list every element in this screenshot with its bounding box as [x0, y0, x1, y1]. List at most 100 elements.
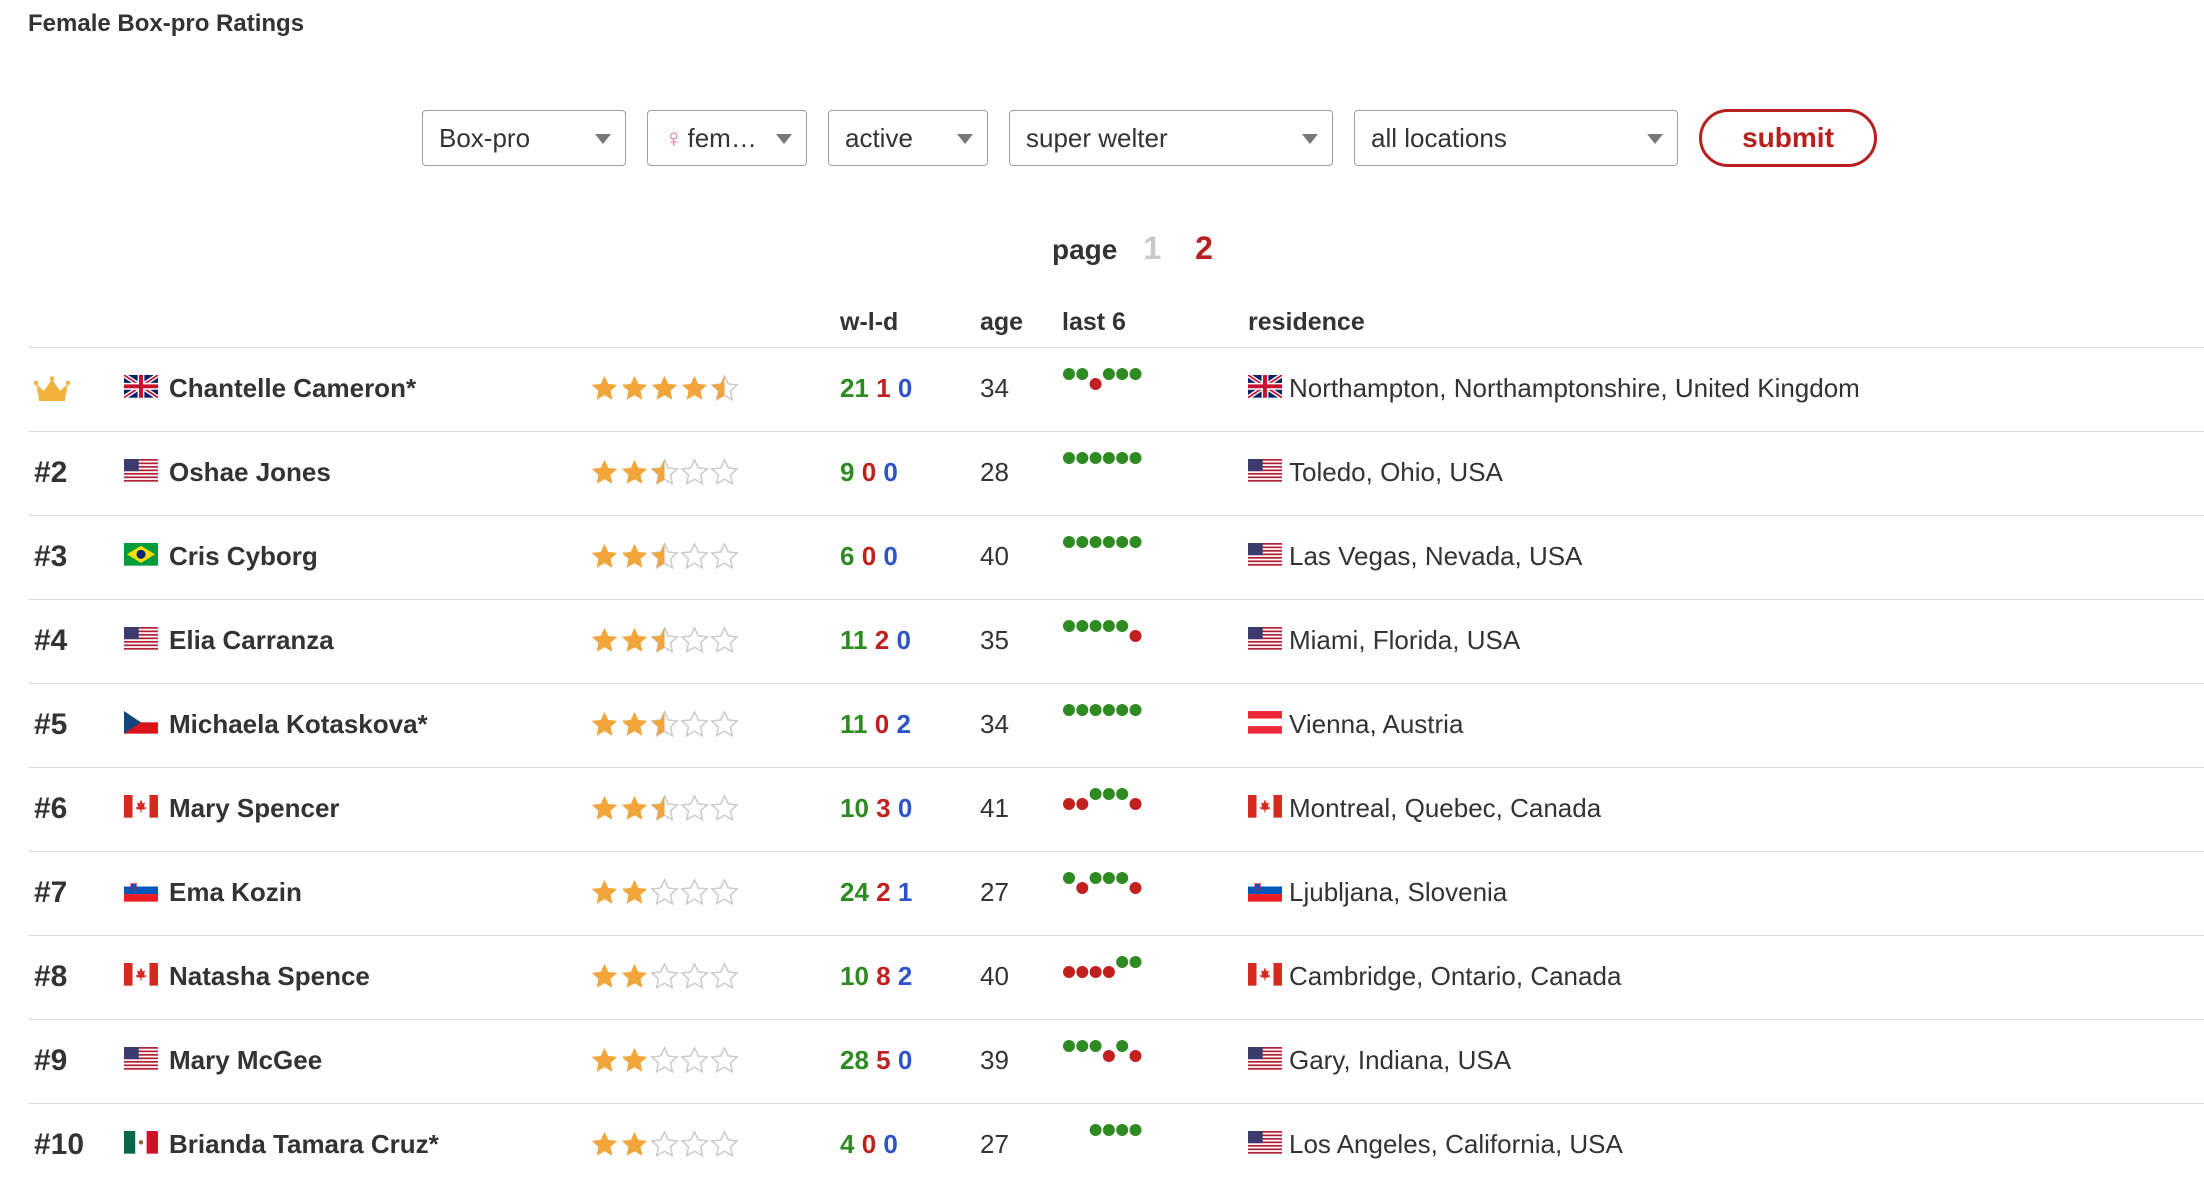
star-empty-icon [650, 1130, 679, 1158]
result-dot-win [1089, 1040, 1102, 1052]
submit-button[interactable]: submit [1699, 109, 1877, 167]
result-dot-win [1076, 536, 1089, 548]
result-dot-win [1089, 452, 1102, 464]
losses: 0 [861, 541, 877, 571]
star-empty-icon [680, 1046, 709, 1074]
star-empty-icon [710, 710, 739, 738]
age: 27 [980, 877, 1009, 907]
draws: 0 [883, 541, 898, 571]
nationality-flag-icon [124, 626, 158, 650]
column-header-age[interactable]: age [980, 308, 1023, 337]
page-link-1[interactable]: 1 [1143, 230, 1161, 267]
gender-select[interactable]: ♀ fem… [647, 110, 807, 166]
fighter-name-link[interactable]: Elia Carranza [169, 625, 334, 656]
losses: 8 [876, 961, 891, 991]
star-full-icon [621, 879, 648, 904]
sport-select[interactable]: Box-pro [422, 110, 626, 166]
star-empty-icon [680, 626, 709, 654]
star-empty-icon [710, 542, 739, 570]
star-rating [590, 542, 740, 571]
star-rating [590, 1046, 740, 1075]
result-dot-loss [1129, 630, 1142, 642]
star-full-icon [681, 375, 708, 400]
result-dot-loss [1129, 882, 1142, 894]
status-select[interactable]: active [828, 110, 988, 166]
star-empty-icon [680, 794, 709, 822]
nationality-flag-icon [124, 1046, 158, 1070]
result-dot-loss [1063, 966, 1075, 978]
star-full-icon [591, 1131, 618, 1156]
fighter-name-link[interactable]: Ema Kozin [169, 877, 302, 908]
draws: 0 [896, 625, 911, 655]
residence: Miami, Florida, USA [1289, 625, 1521, 655]
win-loss-draw: 4 0 0 [840, 1129, 898, 1160]
star-full-icon [621, 375, 648, 400]
residence: Vienna, Austria [1289, 709, 1464, 739]
star-full-icon [651, 375, 678, 400]
win-loss-draw: 10 8 2 [840, 961, 912, 992]
draws: 0 [883, 457, 898, 487]
result-dot-loss [1129, 798, 1142, 810]
result-dot-win [1116, 536, 1129, 548]
age: 27 [980, 1129, 1009, 1159]
rank: #2 [34, 456, 68, 489]
nationality-flag-icon [124, 878, 158, 902]
result-dot-win [1129, 368, 1142, 380]
fighter-name-link[interactable]: Cris Cyborg [169, 541, 318, 572]
residence: Montreal, Quebec, Canada [1289, 793, 1602, 823]
location-select[interactable]: all locations [1354, 110, 1678, 166]
result-dot-win [1063, 620, 1075, 632]
nationality-flag-icon [124, 710, 158, 734]
win-loss-draw: 6 0 0 [840, 541, 898, 572]
fighter-name-link[interactable]: Brianda Tamara Cruz* [169, 1129, 439, 1160]
draws: 2 [897, 961, 913, 991]
star-empty-icon [680, 1130, 709, 1158]
star-full-icon [621, 1047, 648, 1072]
result-dot-win [1102, 704, 1115, 716]
age: 35 [980, 625, 1009, 655]
table-row: #3 Cris Cyborg 6 0 0 40 Las Vegas, Nevada, U… [28, 516, 2204, 600]
star-full-icon [621, 795, 648, 820]
table-row: #5 Michaela Kotaskova* 11 0 2 34 Vienna, Aus… [28, 684, 2204, 768]
result-dot-loss [1129, 1050, 1142, 1062]
win-loss-draw: 11 2 0 [840, 625, 911, 656]
pagination-label: page [1052, 234, 1118, 265]
residence: Las Vegas, Nevada, USA [1289, 541, 1583, 571]
age: 34 [980, 709, 1009, 739]
residence-flag-icon [1248, 794, 1282, 818]
losses: 3 [876, 793, 891, 823]
nationality-flag-icon [124, 962, 158, 986]
column-header-wld[interactable]: w-l-d [840, 308, 898, 337]
result-dot-win [1116, 1124, 1129, 1136]
wins: 4 [840, 1129, 855, 1159]
star-empty-icon [680, 962, 709, 990]
win-loss-draw: 9 0 0 [840, 457, 898, 488]
star-empty-icon [710, 458, 739, 486]
star-full-icon [591, 459, 618, 484]
last-6-results [1063, 452, 1142, 464]
table-body: Chantelle Cameron* 21 1 0 34 Northampton, N… [28, 348, 2204, 1184]
fighter-name-link[interactable]: Natasha Spence [169, 961, 370, 992]
wins: 24 [840, 877, 869, 907]
residence: Ljubljana, Slovenia [1289, 877, 1508, 907]
star-rating [590, 794, 740, 823]
result-dot-win [1089, 620, 1102, 632]
win-loss-draw: 28 5 0 [840, 1045, 912, 1076]
weight-select[interactable]: super welter [1009, 110, 1333, 166]
residence-flag-icon [1248, 542, 1282, 566]
residence: Northampton, Northamptonshire, United Ki… [1289, 373, 1860, 403]
fighter-name-link[interactable]: Mary Spencer [169, 793, 340, 824]
table-row: #6 Mary Spencer 10 3 0 41 Montreal, Quebec, … [28, 768, 2204, 852]
rank: #10 [34, 1128, 85, 1161]
result-dot-win [1116, 704, 1129, 716]
fighter-name-link[interactable]: Michaela Kotaskova* [169, 709, 428, 740]
losses: 0 [861, 457, 877, 487]
nationality-flag-icon [124, 542, 158, 566]
page-link-2-current[interactable]: 2 [1195, 230, 1213, 267]
fighter-name-link[interactable]: Mary McGee [169, 1045, 322, 1076]
draws: 0 [883, 1129, 898, 1159]
fighter-name-link[interactable]: Oshae Jones [169, 457, 331, 488]
star-empty-icon [710, 626, 739, 654]
last-6-results [1063, 704, 1142, 716]
fighter-name-link[interactable]: Chantelle Cameron* [169, 373, 416, 404]
